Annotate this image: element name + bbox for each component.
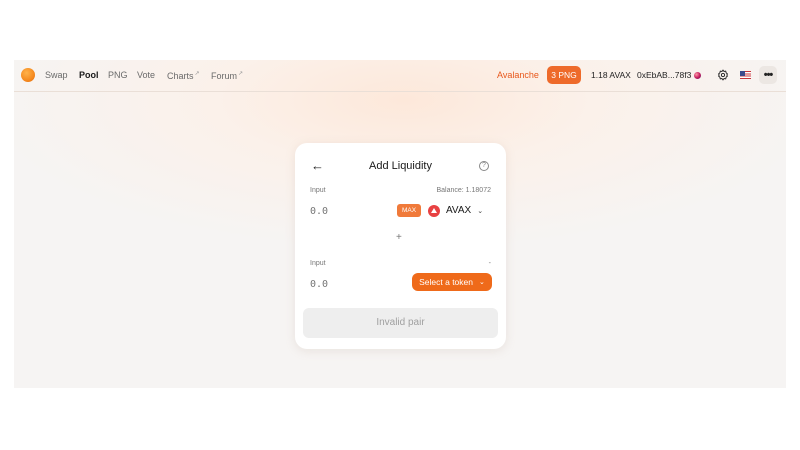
settings-button[interactable]: [714, 66, 732, 84]
wallet-address: 0xEbAB...78f3: [637, 70, 692, 80]
nav-charts-label: Charts: [167, 71, 194, 81]
input-a-balance: Balance: 1.18072: [436, 187, 492, 194]
max-button[interactable]: MAX: [397, 204, 421, 217]
wallet-avatar-icon: [694, 72, 702, 79]
external-link-icon: ↗: [194, 71, 200, 77]
language-button[interactable]: [736, 66, 754, 84]
invalid-pair-button[interactable]: Invalid pair: [303, 308, 498, 338]
app-viewport: Swap Pool PNG Vote Charts↗ Forum↗ Avalan…: [14, 60, 786, 388]
nav-charts[interactable]: Charts↗: [167, 70, 200, 81]
pangolin-logo-icon[interactable]: [21, 68, 35, 82]
select-token-button[interactable]: Select a token ⌄: [412, 273, 492, 291]
token-a-amount-input[interactable]: [310, 204, 370, 218]
nav-forum-label: Forum: [211, 71, 238, 81]
chevron-down-icon: ⌄: [479, 279, 485, 286]
token-b-amount-input[interactable]: [310, 277, 370, 291]
nav-swap[interactable]: Swap: [45, 70, 68, 80]
add-liquidity-card: ← Add Liquidity ? Input Balance: 1.18072…: [295, 143, 506, 349]
chevron-down-icon: ⌄: [477, 207, 484, 215]
us-flag-icon: [739, 71, 751, 79]
wallet-balance: 1.18 AVAX: [591, 70, 631, 80]
external-link-icon: ↗: [238, 71, 244, 77]
network-name[interactable]: Avalanche: [497, 70, 539, 80]
png-balance-button[interactable]: 3 PNG: [547, 66, 581, 84]
more-button[interactable]: •••: [759, 66, 777, 84]
page-title: Add Liquidity: [369, 160, 432, 172]
input-b-label: Input: [310, 260, 326, 267]
input-b-balance: -: [488, 260, 491, 267]
top-navigation: Swap Pool PNG Vote Charts↗ Forum↗ Avalan…: [14, 60, 786, 92]
select-token-label: Select a token: [419, 277, 473, 287]
token-a-symbol: AVAX: [446, 205, 472, 216]
nav-png[interactable]: PNG: [108, 70, 128, 80]
nav-pool[interactable]: Pool: [79, 70, 99, 80]
gear-icon: [718, 69, 728, 81]
help-icon[interactable]: ?: [479, 161, 489, 171]
plus-icon: +: [396, 232, 402, 243]
avax-icon: [428, 204, 440, 217]
input-a-label: Input: [310, 187, 326, 194]
wallet-address-button[interactable]: 0xEbAB...78f3: [637, 70, 702, 80]
more-icon: •••: [763, 69, 774, 81]
token-a-select[interactable]: AVAX ⌄: [428, 203, 483, 218]
nav-vote[interactable]: Vote: [137, 70, 155, 80]
nav-forum[interactable]: Forum↗: [211, 70, 243, 81]
